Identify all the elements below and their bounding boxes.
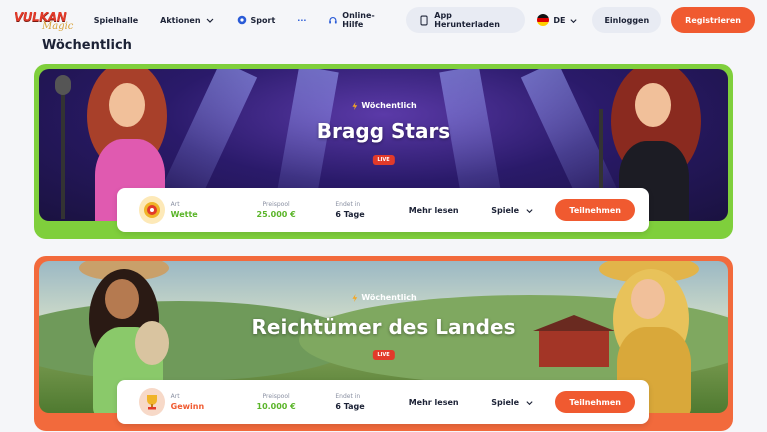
- nav-sport-label: Sport: [250, 15, 276, 25]
- ends-in-field: Endet in 6 Tage: [335, 393, 408, 411]
- prize-pool-value: 10.000 €: [256, 402, 296, 411]
- trophy-icon: [139, 388, 165, 416]
- ends-in-label: Endet in: [335, 393, 361, 400]
- soccer-ball-icon: [237, 15, 246, 25]
- ends-in-value: 6 Tage: [335, 402, 365, 411]
- weekly-tag-label: Wöchentlich: [361, 293, 417, 302]
- nav-sport[interactable]: Sport: [237, 15, 276, 25]
- games-label: Spiele: [491, 397, 520, 407]
- join-button[interactable]: Teilnehmen: [555, 391, 635, 413]
- chevron-down-icon: [570, 18, 578, 23]
- app-download-button[interactable]: App Herunterladen: [406, 7, 526, 33]
- games-dropdown[interactable]: Spiele: [491, 398, 555, 407]
- tournament-title: Bragg Stars: [316, 119, 451, 143]
- tournament-card-bragg-stars[interactable]: Wöchentlich Bragg Stars LIVE Art Wette P…: [34, 64, 733, 239]
- tournament-card-reichtuemer[interactable]: Wöchentlich Reichtümer des Landes LIVE A…: [34, 256, 733, 431]
- app-download-label: App Herunterladen: [434, 11, 500, 29]
- prize-pool-label: Preispool: [262, 201, 290, 208]
- tournament-info-bar: Art Wette Preispool 25.000 € Endet in 6 …: [117, 188, 649, 232]
- live-badge: LIVE: [372, 350, 395, 360]
- language-selector[interactable]: DE: [537, 14, 578, 26]
- prize-pool-label: Preispool: [262, 393, 290, 400]
- top-navigation: VULKAN Magic Spielhalle Aktionen Sport ·…: [0, 0, 767, 40]
- tournament-title: Reichtümer des Landes: [251, 315, 516, 339]
- weekly-tag-label: Wöchentlich: [361, 101, 417, 110]
- read-more-link[interactable]: Mehr lesen: [409, 398, 492, 407]
- logo-subtext: Magic: [42, 21, 74, 32]
- type-value: Wette: [170, 210, 198, 219]
- lightning-icon: [351, 293, 357, 302]
- language-label: DE: [553, 15, 566, 25]
- prize-pool-field: Preispool 25.000 €: [235, 201, 318, 219]
- games-dropdown[interactable]: Spiele: [491, 206, 555, 215]
- type-label: Art: [170, 393, 180, 400]
- online-help-label: Online-Hilfe: [342, 11, 375, 29]
- phone-icon: [420, 15, 428, 25]
- vulkan-logo[interactable]: VULKAN Magic: [12, 7, 74, 33]
- read-more-link[interactable]: Mehr lesen: [409, 206, 492, 215]
- register-button[interactable]: Registrieren: [671, 7, 755, 33]
- type-value: Gewinn: [170, 402, 205, 411]
- type-field: Art Gewinn: [171, 393, 235, 411]
- chevron-down-icon: [206, 18, 213, 23]
- games-label: Spiele: [491, 205, 520, 215]
- type-field: Art Wette: [171, 201, 235, 219]
- type-label: Art: [170, 201, 180, 208]
- nav-aktionen-label: Aktionen: [160, 15, 201, 25]
- coin-chest-icon: [139, 196, 165, 224]
- section-title: Wöchentlich: [42, 38, 132, 53]
- headset-icon: [329, 16, 338, 23]
- join-button[interactable]: Teilnehmen: [555, 199, 635, 221]
- prize-pool-field: Preispool 10.000 €: [235, 393, 318, 411]
- lightning-icon: [351, 101, 357, 110]
- live-badge: LIVE: [372, 155, 395, 165]
- weekly-tag: Wöchentlich: [350, 101, 417, 110]
- tournament-info-bar: Art Gewinn Preispool 10.000 € Endet in 6…: [117, 380, 649, 424]
- login-button[interactable]: Einloggen: [592, 7, 662, 33]
- chevron-down-icon: [526, 400, 533, 405]
- nav-spielhalle[interactable]: Spielhalle: [94, 16, 138, 25]
- prize-pool-value: 25.000 €: [256, 210, 296, 219]
- weekly-tag: Wöchentlich: [350, 293, 417, 302]
- online-help-link[interactable]: Online-Hilfe: [328, 11, 390, 29]
- ends-in-field: Endet in 6 Tage: [335, 201, 408, 219]
- ends-in-value: 6 Tage: [335, 210, 365, 219]
- more-menu-button[interactable]: ···: [297, 16, 306, 25]
- nav-aktionen[interactable]: Aktionen: [160, 15, 214, 25]
- ends-in-label: Endet in: [335, 201, 361, 208]
- more-dots-icon: ···: [297, 15, 307, 25]
- chevron-down-icon: [526, 208, 533, 213]
- nav-spielhalle-label: Spielhalle: [93, 15, 139, 25]
- barn-illustration: [533, 315, 615, 367]
- german-flag-icon: [537, 14, 550, 26]
